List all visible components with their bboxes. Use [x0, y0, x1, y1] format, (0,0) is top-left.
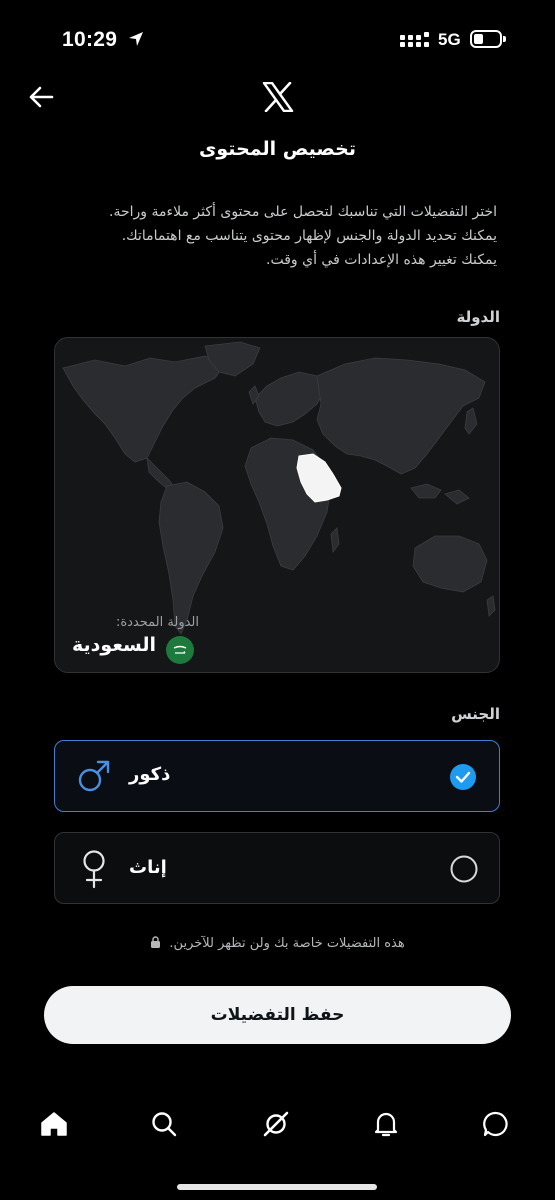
- messages-icon[interactable]: [482, 1110, 510, 1138]
- search-icon[interactable]: [150, 1110, 178, 1138]
- gender-option-female[interactable]: إناث: [54, 832, 500, 904]
- radio-unselected-icon: [450, 855, 478, 883]
- description-line-3: يمكنك تغيير هذه الإعدادات في أي وقت.: [266, 252, 497, 268]
- privacy-note-text: هذه التفضيلات خاصة بك ولن تظهر للآخرين.: [169, 936, 405, 951]
- gender-option-label: ذكور: [129, 764, 171, 785]
- battery-icon: [470, 30, 502, 48]
- signal-icon: [400, 32, 429, 47]
- description-line-2: يمكنك تحديد الدولة والجنس لإظهار محتوى ي…: [121, 228, 497, 244]
- gender-option-label: إناث: [129, 857, 167, 878]
- home-indicator: [177, 1184, 377, 1190]
- grok-icon[interactable]: [262, 1110, 290, 1138]
- x-logo-icon: [262, 82, 294, 112]
- saudi-flag-icon: [166, 636, 194, 664]
- battery-tip: [503, 36, 506, 42]
- selected-country-name: السعودية: [72, 634, 157, 656]
- female-icon: [83, 850, 105, 889]
- male-icon: [78, 760, 110, 792]
- home-icon[interactable]: [40, 1110, 68, 1138]
- page-title: تخصيص المحتوى: [198, 138, 356, 160]
- gender-option-male[interactable]: ذكور: [54, 740, 500, 812]
- notifications-icon[interactable]: [372, 1110, 400, 1138]
- description-line-1: اختر التفضيلات التي تناسبك لتحصل على محت…: [109, 204, 497, 220]
- gender-label: الجنس: [451, 705, 500, 723]
- selected-country-label: الدولة المحددة:: [115, 615, 199, 630]
- description: اختر التفضيلات التي تناسبك لتحصل على محت…: [40, 200, 497, 272]
- location-arrow-icon: [129, 32, 143, 46]
- network-type: 5G: [438, 30, 461, 49]
- save-preferences-button[interactable]: حفظ التفضيلات: [44, 986, 511, 1044]
- privacy-note: هذه التفضيلات خاصة بك ولن تظهر للآخرين.: [0, 936, 555, 951]
- lock-icon: [151, 936, 161, 948]
- back-arrow-icon[interactable]: [28, 84, 54, 110]
- status-time: 10:29: [62, 28, 118, 51]
- checkmark-selected-icon: [450, 764, 476, 790]
- country-label: الدولة: [456, 308, 501, 326]
